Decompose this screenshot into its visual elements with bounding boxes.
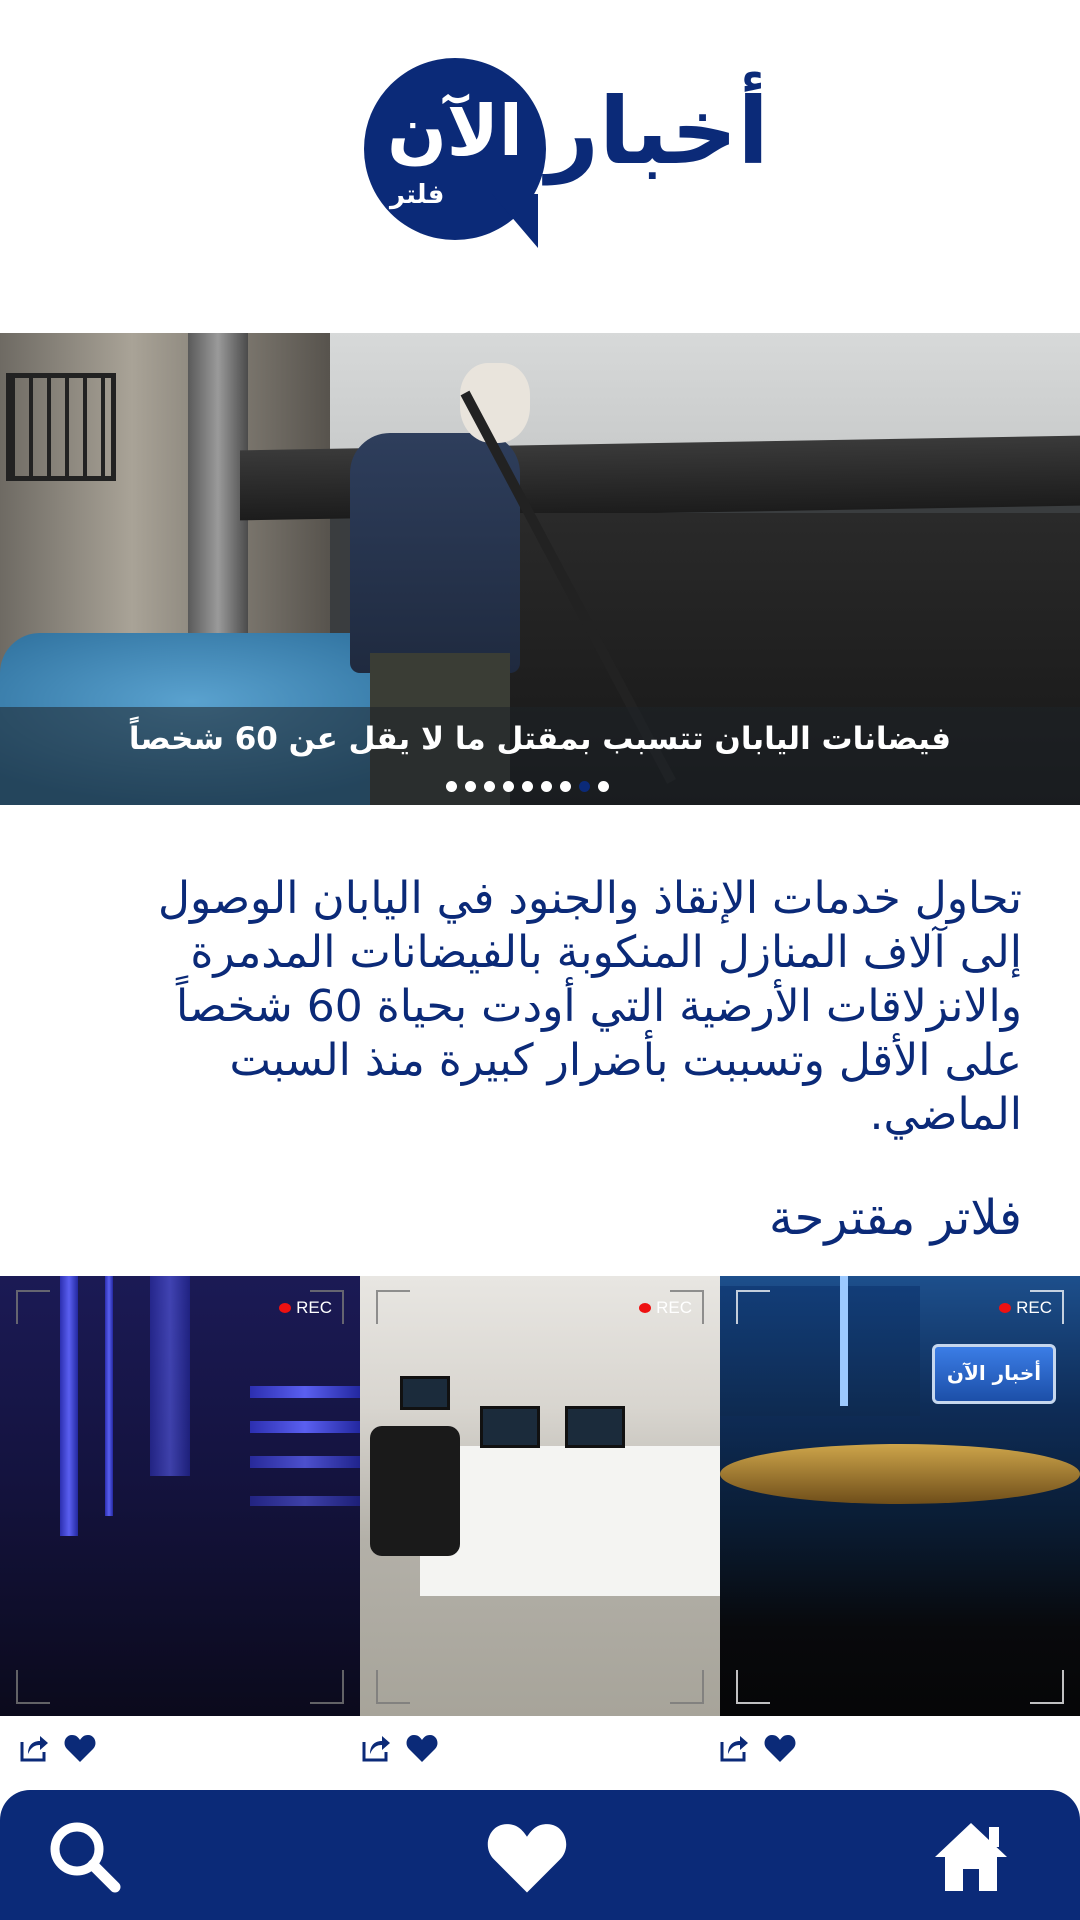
nav-favorites-button[interactable] (482, 1812, 572, 1902)
logo-circle-text: الآن (387, 90, 523, 172)
filter-card-newsroom[interactable]: REC (360, 1276, 720, 1716)
rec-dot-icon (639, 1303, 652, 1313)
filter-cards: REC REC أخبار الآن REC (0, 1276, 1080, 1716)
viewfinder-corner (736, 1290, 770, 1324)
filter-actions-row (0, 1716, 1080, 1790)
bottom-navigation (0, 1790, 1080, 1920)
heart-icon[interactable] (404, 1730, 440, 1766)
logo-subtitle: فلتر (390, 180, 445, 210)
home-icon (935, 1823, 1007, 1891)
carousel-dot[interactable] (484, 781, 495, 792)
light-bar (150, 1276, 190, 1476)
carousel-dot[interactable] (560, 781, 571, 792)
rec-dot-icon (279, 1303, 292, 1313)
rec-dot-icon (999, 1303, 1012, 1313)
share-icon[interactable] (16, 1730, 52, 1766)
viewfinder-corner (670, 1670, 704, 1704)
hero-caption[interactable]: فيضانات اليابان تتسبب بمقتل ما لا يقل عن… (0, 721, 1080, 757)
viewfinder-corner (376, 1670, 410, 1704)
heart-icon[interactable] (762, 1730, 798, 1766)
viewfinder-corner (1030, 1290, 1064, 1324)
carousel-dot[interactable] (503, 781, 514, 792)
light-bar (60, 1276, 78, 1536)
brand-logo: الآن فلتر أخبار (360, 56, 769, 250)
viewfinder-corner (736, 1670, 770, 1704)
tower (840, 1276, 848, 1406)
carousel-dot[interactable] (522, 781, 533, 792)
viewfinder-corner (310, 1670, 344, 1704)
app-header: الآن فلتر أخبار (0, 0, 1080, 333)
heart-icon (487, 1824, 567, 1893)
search-icon (50, 1822, 121, 1893)
person-body (350, 433, 520, 673)
light-bar (105, 1276, 113, 1516)
share-icon[interactable] (358, 1730, 394, 1766)
heart-icon[interactable] (62, 1730, 98, 1766)
viewfinder-corner (16, 1670, 50, 1704)
viewfinder-corner (310, 1290, 344, 1324)
newsroom-desk (420, 1446, 720, 1596)
carousel-dot[interactable] (579, 781, 590, 792)
studio-stage (720, 1444, 1080, 1504)
light-bar (250, 1496, 360, 1506)
light-bar (250, 1386, 360, 1398)
section-title-suggested-filters: فلاتر مقترحة (768, 1190, 1022, 1246)
office-chair (370, 1426, 460, 1556)
carousel-dot[interactable] (465, 781, 476, 792)
studio-screen-logo: أخبار الآن (946, 1361, 1042, 1385)
studio-screen: أخبار الآن (932, 1344, 1056, 1404)
viewfinder-corner (376, 1290, 410, 1324)
monitor (400, 1376, 450, 1410)
card-actions (716, 1730, 798, 1766)
hero-image-window (6, 373, 116, 481)
light-bar (250, 1421, 360, 1433)
hero-carousel[interactable]: فيضانات اليابان تتسبب بمقتل ما لا يقل عن… (0, 333, 1080, 805)
filter-card-city-studio[interactable]: أخبار الآن REC (720, 1276, 1080, 1716)
carousel-dots (446, 781, 609, 795)
card-actions (16, 1730, 98, 1766)
carousel-dot[interactable] (446, 781, 457, 792)
logo-wordmark: أخبار (546, 78, 769, 185)
carousel-dot[interactable] (541, 781, 552, 792)
carousel-dot[interactable] (598, 781, 609, 792)
viewfinder-corner (16, 1290, 50, 1324)
nav-search-button[interactable] (40, 1812, 130, 1902)
monitor (480, 1406, 540, 1448)
article-body: تحاول خدمات الإنقاذ والجنود في اليابان ا… (158, 873, 1022, 1140)
nav-home-button[interactable] (926, 1812, 1016, 1902)
monitor (565, 1406, 625, 1448)
filter-card-purple-studio[interactable]: REC (0, 1276, 360, 1716)
card-actions (358, 1730, 440, 1766)
share-icon[interactable] (716, 1730, 752, 1766)
light-bar (250, 1456, 360, 1468)
hero-image-pole (188, 333, 248, 663)
viewfinder-corner (1030, 1670, 1064, 1704)
viewfinder-corner (670, 1290, 704, 1324)
logo-speech-tail (492, 194, 538, 248)
